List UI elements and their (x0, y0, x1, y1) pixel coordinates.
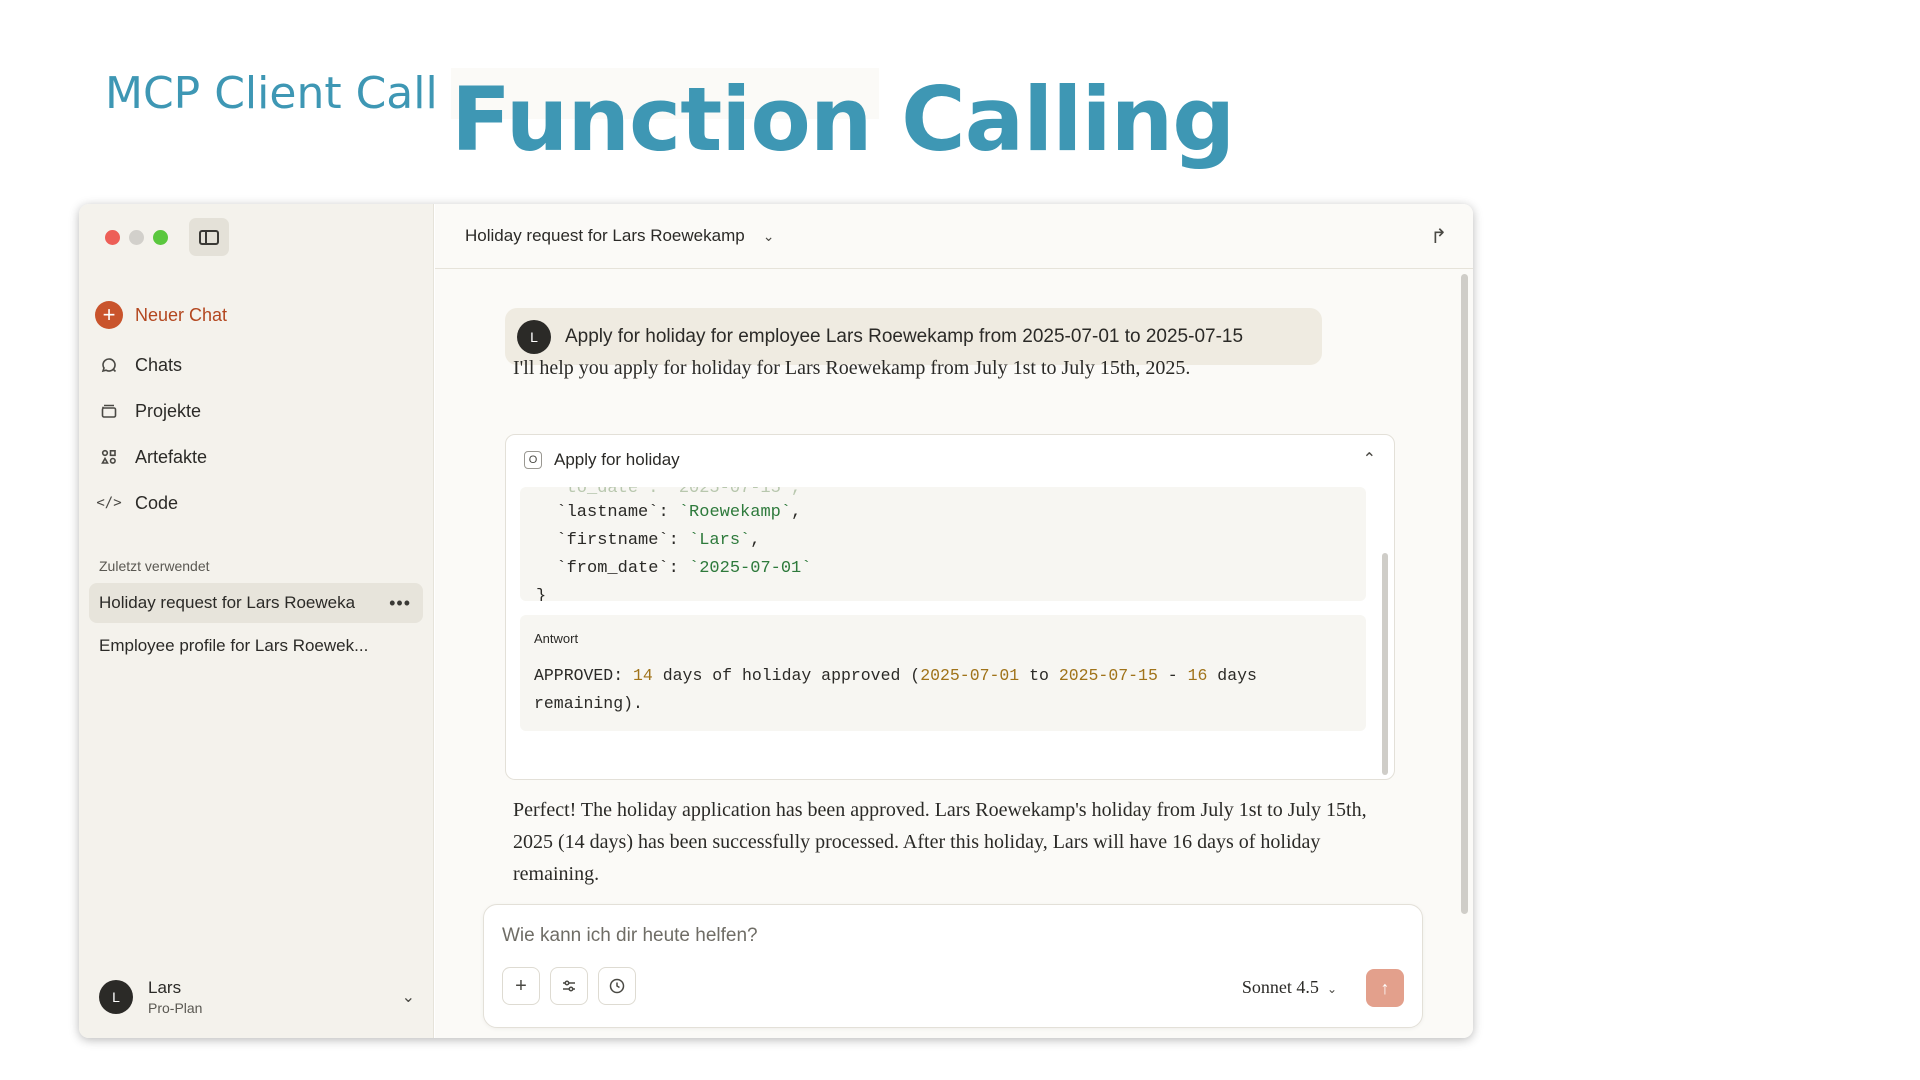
maximize-window-button[interactable] (153, 230, 168, 245)
slide-heading: Function Calling (451, 68, 1235, 171)
chevron-up-icon[interactable]: ⌃ (1363, 449, 1376, 469)
code-line: `firstname`: `Lars`, (556, 531, 761, 550)
new-chat-button[interactable]: + Neuer Chat (93, 292, 423, 338)
tool-name: Apply for holiday (554, 450, 680, 469)
user-message-text: Apply for holiday for employee Lars Roew… (565, 325, 1244, 347)
chevron-down-icon: ⌄ (401, 989, 415, 1006)
sidebar-nav: + Neuer Chat Chats Projekte Artefakte </… (93, 292, 423, 526)
avatar: L (517, 319, 551, 354)
window-controls (105, 230, 168, 245)
send-button[interactable]: ↑ (1366, 969, 1404, 1007)
sidebar-item-code[interactable]: </> Code (93, 480, 423, 526)
minimize-window-button[interactable] (129, 230, 144, 245)
close-window-button[interactable] (105, 230, 120, 245)
message-composer: + Sonnet 4.5 ⌄ ↑ (483, 904, 1423, 1028)
artifacts-icon (95, 443, 123, 471)
tools-settings-button[interactable] (550, 967, 588, 1005)
response-text: APPROVED: 14 days of holiday approved (2… (534, 666, 1257, 713)
message-input[interactable] (502, 925, 1202, 947)
chat-scrollbar[interactable] (1461, 274, 1468, 914)
toggle-sidebar-button[interactable] (189, 218, 229, 256)
recent-chat-item[interactable]: Employee profile for Lars Roewek... (89, 626, 423, 666)
sidebar-item-chats[interactable]: Chats (93, 342, 423, 388)
folder-stack-icon (95, 397, 123, 425)
code-line: } (536, 587, 547, 601)
plus-icon: + (515, 974, 527, 997)
user-plan: Pro-Plan (148, 1000, 203, 1016)
response-label: Antwort (534, 631, 579, 646)
assistant-message-outro: Perfect! The holiday application has bee… (513, 799, 1367, 885)
tool-request-code: `to_date`: `2025-07-15`, `lastname`: `Ro… (520, 487, 1366, 601)
add-attachment-button[interactable]: + (502, 967, 540, 1005)
share-icon[interactable]: ↱ (1430, 224, 1447, 249)
chat-bubble-icon (95, 351, 123, 379)
new-chat-label: Neuer Chat (135, 304, 228, 325)
tool-card-scrollbar[interactable] (1382, 553, 1388, 775)
chat-header: Holiday request for Lars Roewekamp ⌄ ↱ (435, 204, 1473, 269)
code-line: `lastname`: `Roewekamp`, (556, 503, 802, 522)
tool-icon: O (524, 451, 542, 469)
tool-response: Antwort APPROVED: 14 days of holiday app… (520, 615, 1366, 731)
chevron-down-icon[interactable]: ⌄ (763, 228, 775, 245)
claude-desktop-window: + Neuer Chat Chats Projekte Artefakte </… (79, 204, 1473, 1038)
sidebar-item-projects[interactable]: Projekte (93, 388, 423, 434)
model-name: Sonnet 4.5 (1241, 977, 1319, 997)
assistant-message-intro: I'll help you apply for holiday for Lars… (513, 357, 1191, 379)
recent-chat-title: Employee profile for Lars Roewek... (99, 636, 369, 655)
sidebar: + Neuer Chat Chats Projekte Artefakte </… (79, 204, 434, 1038)
model-selector[interactable]: Sonnet 4.5 ⌄ (1242, 977, 1337, 998)
sliders-icon (563, 980, 575, 992)
recent-chat-title: Holiday request for Lars Roeweka (99, 593, 356, 612)
slide-title: Function Calling MCP Client Call via Cla… (95, 68, 1235, 171)
history-button[interactable] (598, 967, 636, 1005)
user-name: Lars (148, 978, 182, 997)
plus-icon: + (95, 301, 123, 329)
sidebar-item-label: Chats (135, 354, 183, 375)
chat-pane: Holiday request for Lars Roewekamp ⌄ ↱ L… (435, 204, 1473, 1038)
recent-chat-item[interactable]: Holiday request for Lars Roeweka ••• (89, 583, 423, 623)
code-line: `to_date`: `2025-07-15`, (536, 487, 802, 498)
chevron-down-icon: ⌄ (1326, 982, 1337, 996)
sidebar-item-label: Projekte (135, 400, 202, 421)
sidebar-item-artifacts[interactable]: Artefakte (93, 434, 423, 480)
sidebar-item-label: Code (135, 492, 179, 513)
clock-icon (609, 978, 625, 994)
arrow-up-icon: ↑ (1380, 977, 1390, 998)
code-line: `from_date`: `2025-07-01` (556, 559, 812, 578)
sidebar-toggle-icon (199, 229, 219, 245)
user-menu[interactable]: L Lars Pro-Plan ⌄ (99, 978, 419, 1016)
more-options-icon[interactable]: ••• (389, 593, 411, 614)
sidebar-item-label: Artefakte (135, 446, 208, 467)
tool-call-card: O Apply for holiday ⌃ `to_date`: `2025-0… (505, 434, 1395, 780)
tool-call-header[interactable]: O Apply for holiday ⌃ (506, 435, 1394, 485)
code-icon: </> (96, 495, 122, 511)
avatar: L (99, 980, 133, 1014)
chat-title[interactable]: Holiday request for Lars Roewekamp (465, 226, 745, 246)
recent-section-label: Zuletzt verwendet (99, 558, 210, 574)
